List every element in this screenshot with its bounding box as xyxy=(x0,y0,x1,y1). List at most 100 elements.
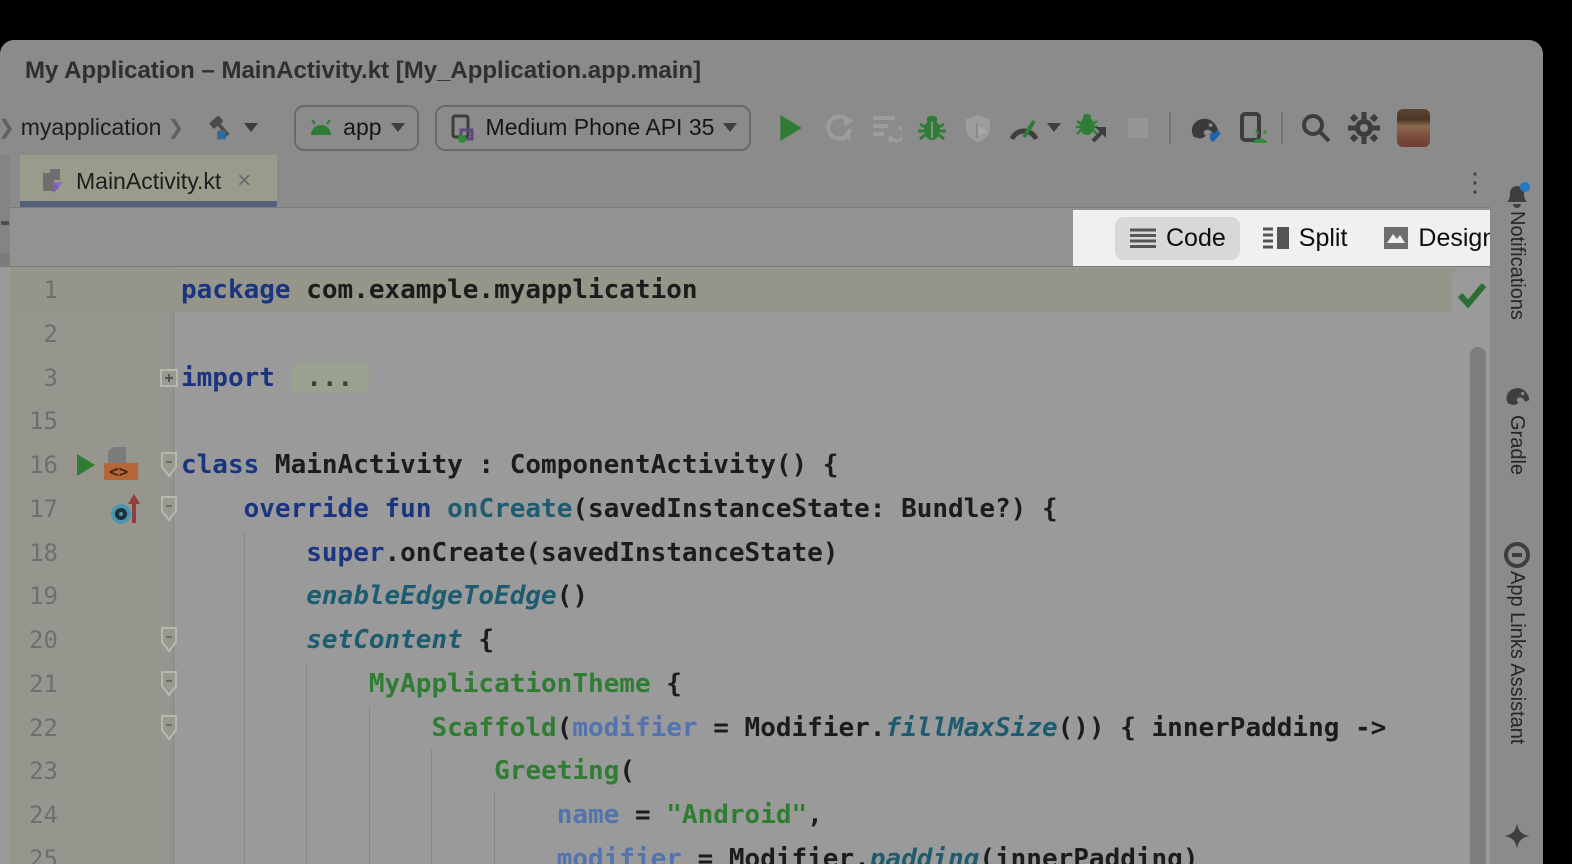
profiler-icon[interactable] xyxy=(1007,111,1041,145)
code-line[interactable]: 1 package com.example.myapplication xyxy=(0,268,1490,312)
fold-marker-icon[interactable] xyxy=(160,618,178,662)
code-line[interactable]: 18 super.onCreate(savedInstanceState) xyxy=(0,531,1490,575)
code-line[interactable]: 2 xyxy=(0,312,1490,356)
build-hammer-icon[interactable] xyxy=(204,111,238,145)
code-line[interactable]: 19 enableEdgeToEdge() xyxy=(0,574,1490,618)
line-number: 2 xyxy=(10,312,58,356)
fold-marker-icon[interactable] xyxy=(160,662,178,706)
debug-icon[interactable] xyxy=(915,111,949,145)
search-icon[interactable] xyxy=(1299,111,1333,145)
code-text: Greeting( xyxy=(181,749,635,793)
bell-icon[interactable] xyxy=(1501,180,1533,212)
code-text: MyApplicationTheme { xyxy=(181,662,682,706)
android-studio-window: My Application – MainActivity.kt [My_App… xyxy=(0,40,1543,864)
inspections-ok-check-icon xyxy=(1457,282,1487,308)
code-line[interactable]: 16 <> class MainActivity : ComponentActivi… xyxy=(0,443,1490,487)
tab-mainactivity[interactable]: MainActivity.kt × xyxy=(20,155,277,207)
svg-text:A: A xyxy=(842,129,852,144)
line-number: 21 xyxy=(10,662,58,706)
chevron-right-icon: ❯ xyxy=(161,115,190,140)
profiler-dropdown-arrow[interactable] xyxy=(1047,123,1061,132)
gradle-elephant-icon[interactable] xyxy=(1502,383,1532,409)
code-line[interactable]: 15 xyxy=(0,399,1490,443)
toolbar-separator xyxy=(1169,112,1171,144)
code-line[interactable]: 25 modifier = Modifier.padding(innerPadd… xyxy=(0,837,1490,864)
attach-debugger-icon[interactable] xyxy=(1075,111,1109,145)
split-view-icon xyxy=(1262,226,1290,250)
fold-marker-icon[interactable] xyxy=(160,356,178,400)
line-number: 22 xyxy=(10,706,58,750)
device-manager-icon[interactable] xyxy=(1235,111,1269,145)
run-icon[interactable] xyxy=(773,111,807,145)
code-text: package com.example.myapplication xyxy=(181,268,698,312)
preview-gutter-icon[interactable]: <> xyxy=(100,443,140,487)
android-icon xyxy=(308,119,334,137)
code-line[interactable]: 3 import ... xyxy=(0,356,1490,400)
top-black-bar xyxy=(0,0,1572,40)
right-black-bar xyxy=(1543,40,1572,864)
module-dropdown-arrow xyxy=(391,123,405,132)
mode-code-button[interactable]: Code xyxy=(1115,217,1240,260)
stop-icon xyxy=(1121,111,1155,145)
view-mode-panel: Code Split Design xyxy=(1073,210,1490,266)
right-tool-stripe: Notifications Gradle App Links Assistant xyxy=(1490,155,1543,864)
svg-text:<>: <> xyxy=(109,462,128,481)
kotlin-file-icon xyxy=(40,168,66,194)
app-links-icon[interactable] xyxy=(1503,541,1531,569)
fold-marker-icon[interactable] xyxy=(160,706,178,750)
code-line[interactable]: 20 setContent { xyxy=(0,618,1490,662)
run-gutter-icon[interactable] xyxy=(75,443,97,487)
chevron-right-icon: ❯ xyxy=(0,115,21,140)
code-line[interactable]: 24 name = "Android", xyxy=(0,793,1490,837)
code-text: setContent { xyxy=(181,618,494,662)
code-line[interactable]: 21 MyApplicationTheme { xyxy=(0,662,1490,706)
stripe-item-notifications[interactable]: Notifications xyxy=(1505,211,1528,320)
code-text: class MainActivity : ComponentActivity()… xyxy=(181,443,838,487)
module-selector-label: app xyxy=(343,114,381,141)
override-gutter-icon[interactable] xyxy=(108,487,144,531)
main-toolbar: ❯ myapplication ❯ app Medium Phone API 3… xyxy=(0,100,1543,155)
tab-close-icon[interactable]: × xyxy=(237,167,251,195)
code-line[interactable]: 23 Greeting( xyxy=(0,749,1490,793)
module-selector[interactable]: app xyxy=(294,105,418,151)
title-bar[interactable]: My Application – MainActivity.kt [My_App… xyxy=(0,40,1543,100)
settings-gear-icon[interactable] xyxy=(1347,111,1381,145)
mode-code-label: Code xyxy=(1166,224,1226,253)
line-number: 23 xyxy=(10,749,58,793)
code-line[interactable]: 17 override fun onCreate(savedInstanceSt… xyxy=(0,487,1490,531)
code-text: import ... xyxy=(181,356,369,400)
device-selector-label: Medium Phone API 35 xyxy=(486,114,715,141)
line-number: 16 xyxy=(10,443,58,487)
virtual-device-icon xyxy=(449,113,477,143)
mode-split-label: Split xyxy=(1299,224,1348,253)
breadcrumb[interactable]: myapplication xyxy=(21,114,162,141)
line-number: 17 xyxy=(10,487,58,531)
gemini-sparkle-icon[interactable] xyxy=(1504,823,1530,849)
line-number: 1 xyxy=(10,268,58,312)
code-line[interactable]: 22 Scaffold(modifier = Modifier.fillMaxS… xyxy=(0,706,1490,750)
user-avatar[interactable] xyxy=(1397,109,1430,147)
apply-changes-restart-icon: A xyxy=(823,111,857,145)
line-number: 18 xyxy=(10,531,58,575)
code-text: enableEdgeToEdge() xyxy=(181,574,588,618)
line-number: 3 xyxy=(10,356,58,400)
stripe-item-app-links-assistant[interactable]: App Links Assistant xyxy=(1505,571,1528,744)
build-dropdown-arrow[interactable] xyxy=(244,123,258,132)
mode-split-button[interactable]: Split xyxy=(1248,217,1362,260)
fold-marker-icon[interactable] xyxy=(160,487,178,531)
tab-options-kebab-icon[interactable]: ⋮ xyxy=(1462,165,1482,199)
toolbar-separator xyxy=(1281,112,1283,144)
fold-marker-icon[interactable] xyxy=(160,443,178,487)
device-dropdown-arrow xyxy=(723,123,737,132)
device-selector[interactable]: Medium Phone API 35 xyxy=(435,105,752,151)
window-title: My Application – MainActivity.kt [My_App… xyxy=(25,40,701,100)
gradle-sync-icon[interactable] xyxy=(1187,111,1221,145)
editor-scrollbar[interactable] xyxy=(1470,347,1486,864)
stripe-item-gradle[interactable]: Gradle xyxy=(1505,415,1528,475)
profile-shield-icon xyxy=(961,111,995,145)
screen: My Application – MainActivity.kt [My_App… xyxy=(0,0,1572,864)
code-editor[interactable]: 1 package com.example.myapplication 23 impo… xyxy=(0,267,1490,864)
code-text: override fun onCreate(savedInstanceState… xyxy=(181,487,1058,531)
inspection-widget[interactable] xyxy=(1452,273,1490,317)
code-text: super.onCreate(savedInstanceState) xyxy=(181,531,838,575)
